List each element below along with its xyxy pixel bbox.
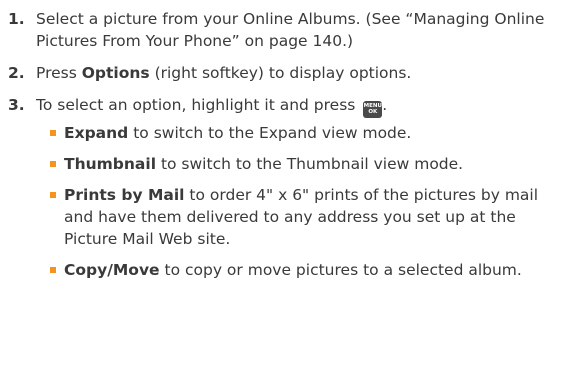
step-text: Press Options (right softkey) to display… [36, 62, 564, 84]
menu-ok-key-icon: MENU OK [363, 101, 383, 118]
option-term: Prints by Mail [64, 186, 185, 204]
step-number: 2. [8, 64, 25, 82]
square-bullet-icon [50, 192, 56, 198]
option-item-expand: Expand to switch to the Expand view mode… [50, 122, 564, 144]
step-text-post: (right softkey) to display options. [149, 64, 412, 82]
option-item-prints-by-mail: Prints by Mail to order 4" x 6" prints o… [50, 184, 564, 250]
step-text-pre: Press [36, 64, 82, 82]
square-bullet-icon [50, 130, 56, 136]
option-desc: to copy or move pictures to a selected a… [159, 261, 522, 279]
step-text: To select an option, highlight it and pr… [36, 94, 564, 290]
step-number: 1. [8, 10, 25, 28]
step-text-suffix: . [382, 96, 388, 114]
menu-key-line2: OK [368, 109, 378, 115]
option-item-thumbnail: Thumbnail to switch to the Thumbnail vie… [50, 153, 564, 175]
option-desc: to switch to the Expand view mode. [128, 124, 412, 142]
step-1: 1. Select a picture from your Online Alb… [8, 8, 564, 52]
square-bullet-icon [50, 267, 56, 273]
option-term: Expand [64, 124, 129, 142]
instruction-page: 1. Select a picture from your Online Alb… [0, 0, 584, 371]
option-term: Copy/Move [64, 261, 160, 279]
option-item-copy-move: Copy/Move to copy or move pictures to a … [50, 259, 564, 281]
square-bullet-icon [50, 161, 56, 167]
step-text: Select a picture from your Online Albums… [36, 10, 545, 50]
option-desc: to switch to the Thumbnail view mode. [156, 155, 464, 173]
option-list: Expand to switch to the Expand view mode… [36, 122, 564, 281]
step-text-main: To select an option, highlight it and pr… [36, 96, 361, 114]
step-2: 2. Press Options (right softkey) to disp… [8, 62, 564, 84]
options-softkey-label: Options [81, 64, 150, 82]
step-3: 3. To select an option, highlight it and… [8, 94, 564, 290]
option-term: Thumbnail [64, 155, 157, 173]
step-number: 3. [8, 96, 25, 114]
